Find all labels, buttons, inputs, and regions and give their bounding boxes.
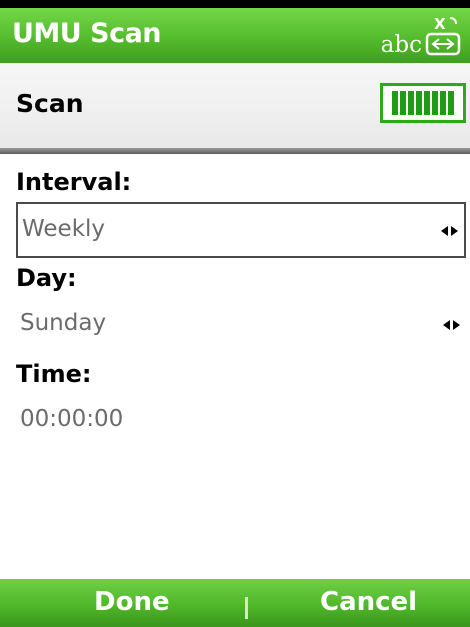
interval-picker[interactable]: Weekly [16,202,466,258]
battery-bar [392,91,398,115]
interval-label: Interval: [16,168,132,196]
time-value: 00:00:00 [20,406,124,432]
battery-bar [448,91,454,115]
battery-bar [416,91,422,115]
left-right-arrows-icon[interactable] [443,320,460,330]
interval-value: Weekly [22,216,106,242]
day-value: Sunday [20,310,107,336]
battery-bar [440,91,446,115]
time-field[interactable]: 00:00:00 [16,394,466,450]
battery-bar [432,91,438,115]
softkey-divider [245,597,248,619]
time-label: Time: [16,360,92,388]
input-mode-indicator[interactable]: abc X [381,14,462,58]
battery-bar [400,91,406,115]
section-divider [0,148,470,154]
done-button[interactable]: Done [94,587,170,617]
softkey-bar: Done Cancel [0,579,470,627]
title-bar: UMU Scan abc X [0,8,470,63]
keyboard-input-icon: X [425,15,461,56]
status-strip [0,0,470,8]
cancel-button[interactable]: Cancel [320,587,417,617]
battery-bar [424,91,430,115]
arrow-left-icon [443,320,450,330]
svg-text:X: X [434,15,446,33]
scan-row: Scan [0,63,470,148]
arrow-right-icon [451,226,458,236]
battery-full-icon [380,83,466,123]
arrow-left-icon [441,226,448,236]
arrow-right-icon [453,320,460,330]
input-mode-label: abc [380,32,422,58]
app-title: UMU Scan [12,18,162,49]
battery-bar [408,91,414,115]
day-picker[interactable]: Sunday [16,298,466,354]
left-right-arrows-icon[interactable] [441,226,458,236]
day-label: Day: [16,264,77,292]
scan-label: Scan [16,89,84,118]
